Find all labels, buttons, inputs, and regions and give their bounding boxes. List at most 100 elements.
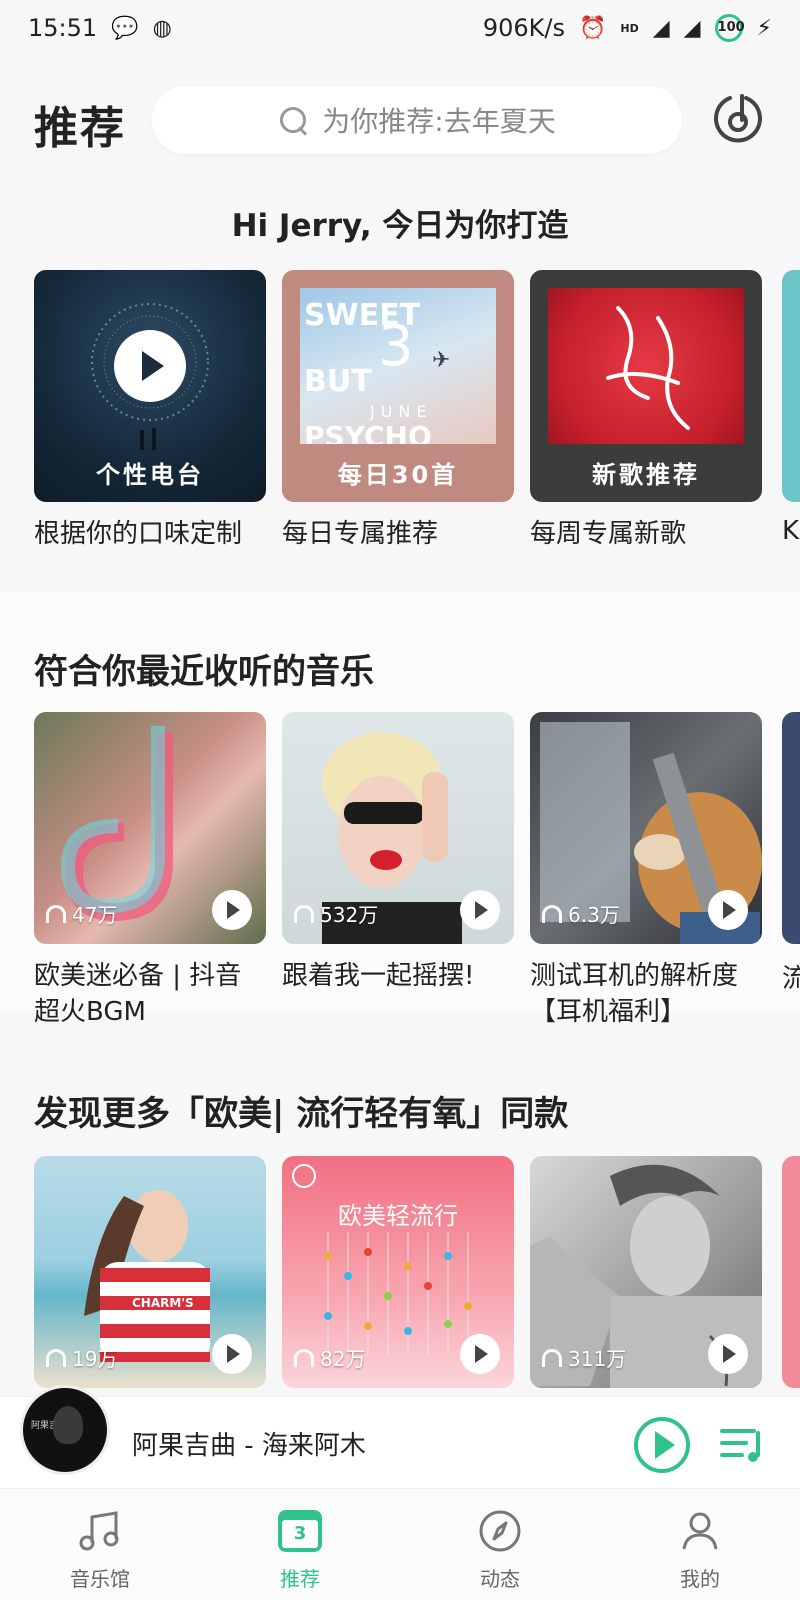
new-songs-cover[interactable]: 新歌推荐 — [530, 270, 762, 502]
featured-card-peek-title: K — [782, 516, 800, 546]
playlist-card[interactable]: CHARM'S 19万 — [34, 1156, 266, 1388]
playlist-card[interactable]: 欧美轻流行 82万 — [282, 1156, 514, 1388]
compass-icon — [476, 1507, 524, 1555]
play-button[interactable] — [460, 1334, 500, 1374]
music-note-icon — [76, 1507, 124, 1555]
calligraphy-art — [606, 306, 690, 430]
new-songs-cover-art — [548, 288, 744, 444]
header: 推荐 为你推荐:去年夏天 — [0, 80, 800, 160]
play-count-value: 47万 — [72, 903, 118, 927]
search-input[interactable]: 为你推荐:去年夏天 — [152, 86, 682, 154]
tab-label: 音乐馆 — [70, 1567, 130, 1591]
calendar-day: 3 — [282, 1520, 318, 1548]
play-button[interactable] — [708, 890, 748, 930]
tab-feed[interactable]: 动态 — [400, 1489, 600, 1600]
calendar-icon: 3 — [276, 1507, 324, 1555]
daily-cover[interactable]: SWEET 3 BUT JUNE PSYCHO ✈ 每日30首 — [282, 270, 514, 502]
daily-cover-art: SWEET 3 BUT JUNE PSYCHO ✈ — [300, 288, 496, 444]
playlist-icon[interactable] — [720, 1425, 764, 1465]
tab-music-hall[interactable]: 音乐馆 — [0, 1489, 200, 1600]
tab-label: 推荐 — [280, 1567, 320, 1591]
play-button[interactable] — [114, 330, 186, 402]
headphone-icon — [294, 1348, 314, 1367]
play-count: 82万 — [294, 1343, 365, 1372]
section-title-discover: 发现更多「欧美| 流行轻有氧」同款 — [34, 1094, 569, 1134]
playlist-card[interactable]: 6.3万 测试耳机的解析度【耳机福利】 — [530, 712, 762, 1030]
headphone-icon — [46, 904, 66, 923]
card-title[interactable]: 跟着我一起摇摆! — [282, 958, 514, 994]
playlist-card[interactable]: 47万 欧美迷必备 | 抖音超火BGM — [34, 712, 266, 1030]
music-recognition-icon[interactable] — [710, 90, 766, 146]
airplane-icon: ✈ — [432, 348, 451, 373]
wechat-icon: 💬 — [111, 15, 139, 41]
play-count: 47万 — [46, 899, 117, 928]
card-title[interactable]: 测试耳机的解析度【耳机福利】 — [530, 958, 762, 1030]
tab-mine[interactable]: 我的 — [600, 1489, 800, 1600]
featured-card-new-songs[interactable]: 新歌推荐 每周专属新歌 — [530, 270, 762, 552]
playlist-cover[interactable]: 6.3万 — [530, 712, 762, 944]
play-count: 311万 — [542, 1343, 626, 1372]
playlist-card-peek[interactable] — [782, 1156, 800, 1388]
section-title-recent: 符合你最近收听的音乐 — [34, 652, 374, 692]
alarm-icon: ⏰ — [578, 15, 607, 41]
headphone-icon — [294, 904, 314, 923]
discover-row: CHARM'S 19万 欧美轻流行 82万 311万 — [34, 1156, 762, 1388]
globe-icon: ◍ — [152, 15, 172, 41]
headphone-icon — [542, 1348, 562, 1367]
featured-row: 个性电台 根据你的口味定制 SWEET 3 BUT JUNE PSYCHO ✈ … — [34, 270, 762, 552]
headphone-icon — [542, 904, 562, 923]
search-icon — [278, 105, 308, 135]
card-title[interactable]: 欧美迷必备 | 抖音超火BGM — [34, 958, 266, 1030]
playlist-card-peek-title: 流 — [782, 964, 800, 994]
play-button[interactable] — [460, 890, 500, 930]
charging-icon: ⚡ — [756, 15, 772, 41]
play-button[interactable] — [708, 1334, 748, 1374]
signal-icon: ◢ — [652, 15, 670, 41]
network-speed: 906K/s — [482, 14, 565, 42]
playlist-cover[interactable]: CHARM'S 19万 — [34, 1156, 266, 1388]
now-playing-title[interactable]: 阿果吉曲 - 海来阿木 — [132, 1425, 366, 1462]
person-icon — [676, 1507, 724, 1555]
album-art[interactable]: 阿果吉曲 — [20, 1385, 110, 1475]
play-count-value: 19万 — [72, 1347, 118, 1371]
page-title: 推荐 — [34, 103, 126, 154]
radio-cover[interactable]: 个性电台 — [34, 270, 266, 502]
featured-card-daily[interactable]: SWEET 3 BUT JUNE PSYCHO ✈ 每日30首 每日专属推荐 — [282, 270, 514, 552]
playlist-cover[interactable]: 311万 — [530, 1156, 762, 1388]
battery-indicator: 100 — [714, 14, 745, 42]
play-count-value: 82万 — [320, 1347, 366, 1371]
playlist-cover[interactable]: 532万 — [282, 712, 514, 944]
featured-card-radio[interactable]: 个性电台 根据你的口味定制 — [34, 270, 266, 552]
card-title[interactable]: 根据你的口味定制 — [34, 516, 266, 552]
tab-label: 动态 — [480, 1567, 520, 1591]
play-count-value: 6.3万 — [568, 903, 620, 927]
tab-recommend[interactable]: 3 推荐 — [200, 1489, 400, 1600]
card-title[interactable]: 每日专属推荐 — [282, 516, 514, 552]
play-count: 6.3万 — [542, 899, 620, 928]
playlist-cover[interactable]: 47万 — [34, 712, 266, 944]
search-placeholder: 为你推荐:去年夏天 — [322, 105, 556, 138]
play-count: 532万 — [294, 899, 378, 928]
play-count: 19万 — [46, 1343, 117, 1372]
mini-player[interactable]: 阿果吉曲 阿果吉曲 - 海来阿木 — [0, 1385, 800, 1488]
headphone-icon — [46, 1348, 66, 1367]
playlist-card-peek[interactable] — [782, 712, 800, 944]
bottom-tab-bar: 音乐馆 3 推荐 动态 我的 — [0, 1488, 800, 1600]
featured-card-peek[interactable] — [782, 270, 800, 502]
play-pause-button[interactable] — [634, 1417, 690, 1473]
status-bar: 15:51 💬 ◍ 906K/s ⏰ HD ◢ ◢ 100 ⚡ — [0, 0, 800, 56]
play-button[interactable] — [212, 890, 252, 930]
cover-text-june: JUNE — [370, 402, 433, 421]
recent-row: 47万 欧美迷必备 | 抖音超火BGM 532万 跟着我一起摇摆! 6.3万 测… — [34, 712, 762, 1030]
status-time: 15:51 — [28, 14, 98, 42]
shirt-text: CHARM'S — [132, 1296, 194, 1310]
playlist-card[interactable]: 532万 跟着我一起摇摆! — [282, 712, 514, 1030]
greeting: Hi Jerry, 今日为你打造 — [231, 208, 569, 244]
play-button[interactable] — [212, 1334, 252, 1374]
play-count-value: 532万 — [320, 903, 379, 927]
cover-text-psycho: PSYCHO — [304, 420, 432, 444]
card-title[interactable]: 每周专属新歌 — [530, 516, 762, 552]
playlist-cover[interactable]: 欧美轻流行 82万 — [282, 1156, 514, 1388]
play-count-value: 311万 — [568, 1347, 627, 1371]
playlist-card[interactable]: 311万 — [530, 1156, 762, 1388]
